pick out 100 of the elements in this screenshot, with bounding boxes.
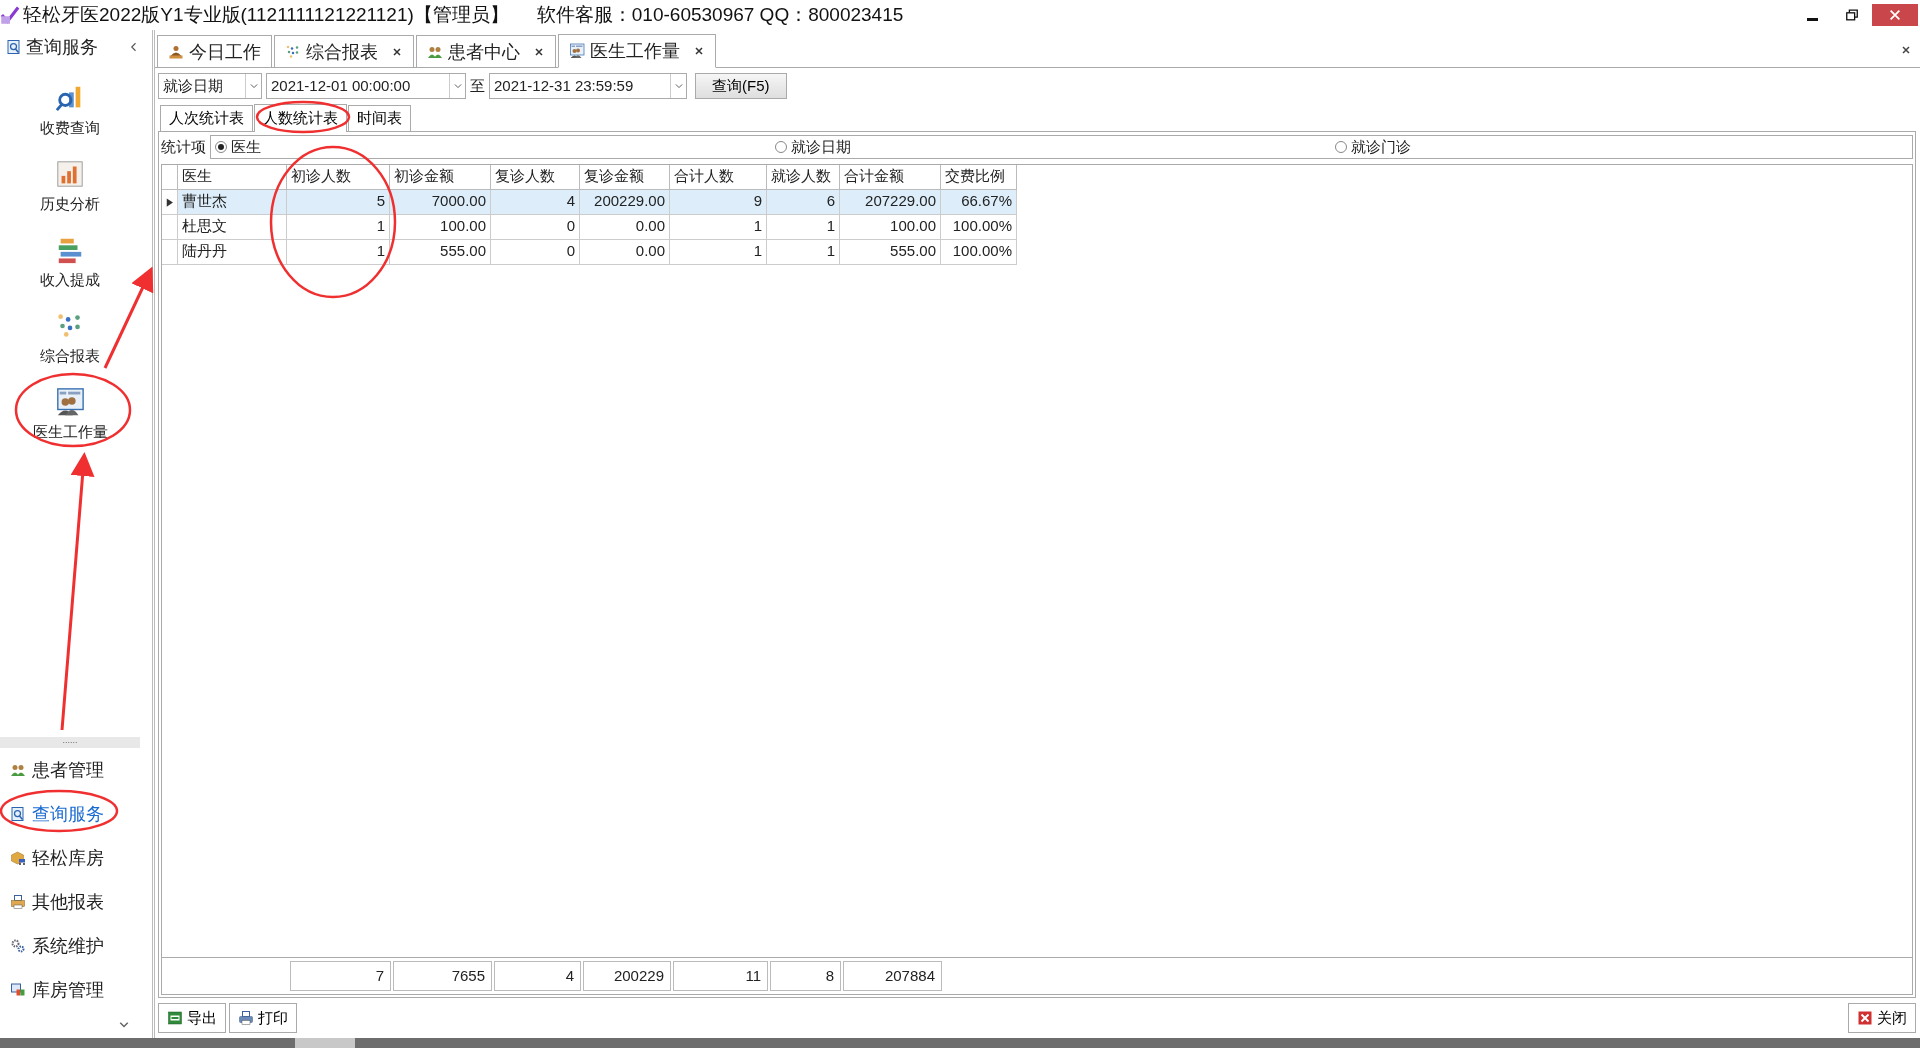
total-cell: 11: [673, 960, 768, 991]
nav-item[interactable]: 其他报表: [0, 880, 152, 924]
document-tab[interactable]: 医生工作量: [558, 34, 716, 68]
total-cell: 4: [494, 960, 581, 991]
radio-button[interactable]: [775, 141, 787, 153]
splitter-handle[interactable]: ......: [0, 737, 140, 748]
column-header[interactable]: 复诊金额: [580, 165, 670, 190]
sidebar-item[interactable]: 收费查询: [36, 72, 104, 148]
column-header[interactable]: 初诊人数: [287, 165, 390, 190]
window-title: 轻松牙医2022版Y1专业版(1121111121221121)【管理员】: [23, 3, 509, 27]
sidebar-item[interactable]: 综合报表: [36, 300, 104, 376]
column-header[interactable]: 医生: [178, 165, 287, 190]
column-header[interactable]: 合计人数: [670, 165, 767, 190]
column-header[interactable]: 初诊金额: [390, 165, 491, 190]
app-logo-icon: [0, 5, 20, 25]
search-icon: [6, 39, 22, 55]
box-cart-icon: [10, 850, 26, 866]
column-header[interactable]: 就诊人数: [767, 165, 840, 190]
table-cell: 0: [491, 215, 580, 240]
printer-icon: [10, 894, 26, 910]
table-cell: 66.67%: [941, 190, 1017, 215]
start-date-field[interactable]: 2021-12-01 00:00:00: [266, 73, 466, 99]
document-tab[interactable]: 综合报表: [274, 35, 414, 67]
person-desk-icon: [168, 43, 184, 60]
export-button[interactable]: 导出: [158, 1003, 226, 1033]
windows-icon: [10, 982, 26, 998]
printer-icon: [238, 1010, 254, 1026]
close-icon: [1857, 1010, 1873, 1026]
search-icon: [10, 806, 26, 822]
table-cell: 555.00: [840, 240, 941, 265]
row-header-cell[interactable]: [162, 215, 178, 240]
nav-item[interactable]: 轻松库房: [0, 836, 152, 880]
nav-item[interactable]: 系统维护: [0, 924, 152, 968]
total-cell: 8: [770, 960, 841, 991]
nav-item[interactable]: 患者管理: [0, 748, 152, 792]
total-cell: 200229: [583, 960, 671, 991]
column-header[interactable]: 复诊人数: [491, 165, 580, 190]
radio-button[interactable]: [1335, 141, 1347, 153]
bar-chart-icon: [55, 158, 85, 189]
radio-label: 就诊日期: [791, 137, 851, 157]
nav-item[interactable]: 库房管理: [0, 968, 152, 1012]
minimize-icon: [1806, 17, 1818, 21]
people-grid-icon: [569, 43, 585, 59]
table-cell: 100.00: [390, 215, 491, 240]
total-cell: 7: [290, 960, 391, 991]
restore-icon: [1845, 8, 1859, 22]
table-cell: 100.00%: [941, 240, 1017, 265]
scrollbar-thumb[interactable]: [295, 1038, 355, 1048]
scrollbar[interactable]: [0, 1038, 1920, 1048]
table-cell: 杜思文: [178, 215, 287, 240]
close-icon[interactable]: [391, 45, 403, 58]
close-icon[interactable]: [693, 45, 705, 57]
nav-item[interactable]: 查询服务: [0, 792, 152, 836]
table-cell: 6: [767, 190, 840, 215]
end-date-field[interactable]: 2021-12-31 23:59:59: [489, 73, 687, 99]
row-header-cell[interactable]: [162, 190, 178, 215]
table-cell: 1: [670, 215, 767, 240]
people-icon: [10, 762, 26, 778]
table-cell: 207229.00: [840, 190, 941, 215]
people-grid-icon: [55, 386, 85, 417]
sidebar-item[interactable]: 收入提成: [36, 224, 104, 300]
table-cell: 1: [287, 215, 390, 240]
dropdown-icon: [248, 81, 259, 91]
radio-label: 医生: [231, 137, 261, 157]
table-cell: 0.00: [580, 215, 670, 240]
dropdown-icon: [452, 81, 463, 91]
row-header-cell[interactable]: [162, 240, 178, 265]
report-tab[interactable]: 时间表: [348, 105, 411, 131]
close-report-button[interactable]: 关闭: [1848, 1003, 1916, 1033]
column-header[interactable]: 合计金额: [840, 165, 941, 190]
table-cell: 9: [670, 190, 767, 215]
sidebar-item[interactable]: 历史分析: [36, 148, 104, 224]
table-cell: 1: [670, 240, 767, 265]
radio-button[interactable]: [215, 141, 227, 153]
close-icon: [1888, 8, 1902, 22]
query-button[interactable]: 查询(F5): [695, 73, 787, 99]
table-cell: 100.00: [840, 215, 941, 240]
close-icon[interactable]: [533, 45, 545, 58]
report-tab[interactable]: 人次统计表: [160, 105, 253, 131]
range-label: 至: [470, 76, 485, 96]
dropdown-icon: [673, 81, 684, 91]
document-tab[interactable]: 今日工作: [157, 35, 272, 67]
close-all-icon[interactable]: [1900, 43, 1912, 56]
total-cell: 7655: [393, 960, 492, 991]
table-cell: 5: [287, 190, 390, 215]
date-type-dropdown[interactable]: 就诊日期: [158, 73, 262, 99]
group-by-label: 统计项: [161, 137, 206, 157]
table-cell: 1: [767, 240, 840, 265]
panel-title: 查询服务: [26, 36, 99, 59]
total-cell: 207884: [843, 960, 942, 991]
table-cell: 陆丹丹: [178, 240, 287, 265]
column-header[interactable]: 交费比例: [941, 165, 1017, 190]
print-button[interactable]: 打印: [229, 1003, 297, 1033]
table-cell: 100.00%: [941, 215, 1017, 240]
document-tab[interactable]: 患者中心: [416, 35, 556, 67]
table-cell: 0: [491, 240, 580, 265]
table-cell: 200229.00: [580, 190, 670, 215]
table-cell: 555.00: [390, 240, 491, 265]
corner-cell: [162, 165, 178, 190]
gears-icon: [10, 938, 26, 954]
